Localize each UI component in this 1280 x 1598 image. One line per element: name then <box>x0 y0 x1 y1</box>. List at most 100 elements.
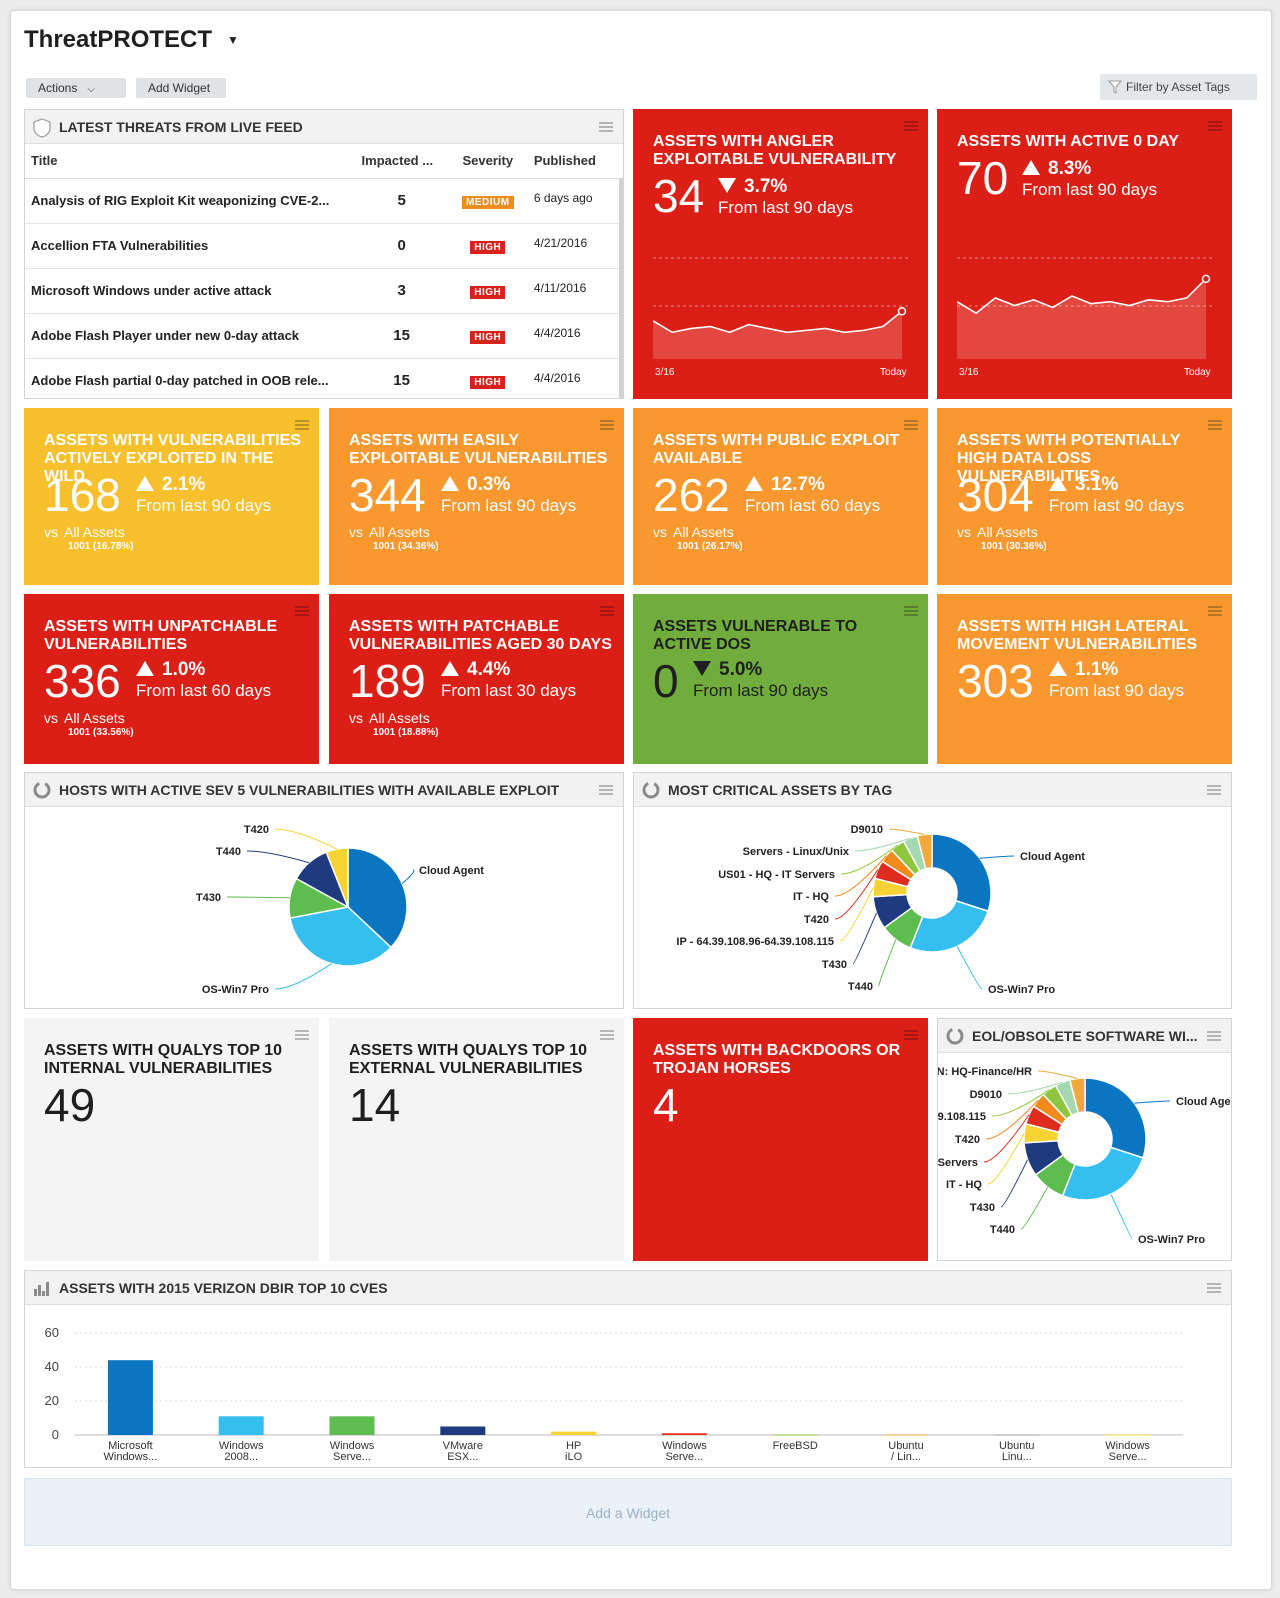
threat-title[interactable]: Analysis of RIG Exploit Kit weaponizing … <box>25 178 356 224</box>
metric-tile[interactable]: ASSETS VULNERABLE TO ACTIVE DOS 0 5.0% From… <box>633 594 928 764</box>
pie-label: 9.108.115 <box>938 1111 986 1123</box>
vs-label[interactable]: All Assets <box>64 524 125 540</box>
bar-chart-icon <box>34 1282 49 1296</box>
pie-leader-line <box>274 828 338 850</box>
metric-tile[interactable]: ASSETS WITH POTENTIALLY HIGH DATA LOSS V… <box>937 408 1232 585</box>
widget-menu-icon[interactable] <box>600 420 614 430</box>
tile-comparison: vs All Assets <box>44 710 125 726</box>
pie-label: N: HQ-Finance/HR <box>938 1066 1032 1078</box>
tile-comparison: vs All Assets <box>653 524 734 540</box>
threat-title[interactable]: Adobe Flash Player under new 0-day attac… <box>25 313 356 359</box>
widget-menu-icon[interactable] <box>295 606 309 616</box>
scrollbar[interactable] <box>619 178 623 398</box>
threat-title[interactable]: Adobe Flash partial 0-day patched in OOB… <box>25 358 356 398</box>
arrow-up-icon <box>1022 160 1040 175</box>
widget-menu-icon[interactable] <box>904 606 918 616</box>
vs-total-count: 1001 <box>373 541 396 552</box>
col-title[interactable]: Title <box>25 144 356 179</box>
filter-asset-tags-button[interactable]: Filter by Asset Tags <box>1100 74 1257 100</box>
widget-menu-icon[interactable] <box>1208 420 1222 430</box>
widget-menu-icon[interactable] <box>1207 785 1221 795</box>
threat-row[interactable]: Analysis of RIG Exploit Kit weaponizing … <box>25 178 620 224</box>
metric-tile[interactable]: ASSETS WITH EASILY EXPLOITABLE VULNERABI… <box>329 408 624 585</box>
widget-menu-icon[interactable] <box>904 121 918 131</box>
bar[interactable] <box>440 1426 486 1436</box>
widget-menu-icon[interactable] <box>599 785 613 795</box>
metric-tile[interactable]: ASSETS WITH PUBLIC EXPLOIT AVAILABLE 262 1… <box>633 408 928 585</box>
published-date: 4/11/2016 <box>527 268 620 314</box>
count-tile[interactable]: ASSETS WITH QUALYS TOP 10 INTERNAL VULNE… <box>24 1018 319 1261</box>
add-a-widget-button[interactable]: Add a Widget <box>24 1478 1232 1546</box>
impacted-count[interactable]: 15 <box>355 313 448 359</box>
x-tick-label: iLO <box>565 1451 583 1463</box>
metric-tile[interactable]: ASSETS WITH VULNERABILITIES ACTIVELY EXP… <box>24 408 319 585</box>
pie-label: OS-Win7 Pro <box>988 984 1055 996</box>
vs-label[interactable]: All Assets <box>977 524 1038 540</box>
tile-change-pct: 2.1% <box>162 474 206 495</box>
vs-total-count: 1001 <box>373 727 396 738</box>
widget-menu-icon[interactable] <box>295 1030 309 1040</box>
threat-row[interactable]: Adobe Flash partial 0-day patched in OOB… <box>25 358 620 398</box>
widget-menu-icon[interactable] <box>1207 1283 1221 1293</box>
bar[interactable] <box>661 1433 707 1435</box>
count-tile[interactable]: ASSETS WITH QUALYS TOP 10 EXTERNAL VULNE… <box>329 1018 624 1261</box>
col-published[interactable]: Published <box>527 144 620 179</box>
vs-label[interactable]: All Assets <box>369 524 430 540</box>
widget-menu-icon[interactable] <box>1208 121 1222 131</box>
vs-label[interactable]: All Assets <box>673 524 734 540</box>
tile-change: 0.3% <box>441 475 510 495</box>
bar[interactable] <box>994 1434 1040 1436</box>
app-switcher-caret-icon[interactable]: ▼ <box>227 33 239 47</box>
bar[interactable] <box>1105 1434 1151 1436</box>
vs-label[interactable]: All Assets <box>369 710 430 726</box>
severity-badge: HIGH <box>470 375 506 389</box>
tile-period: From last 90 days <box>718 198 854 217</box>
tile-change-pct: 3.1% <box>1075 474 1119 495</box>
threat-row[interactable]: Adobe Flash Player under new 0-day attac… <box>25 313 620 359</box>
threat-title[interactable]: Microsoft Windows under active attack <box>25 268 356 314</box>
sparkline-end-label: Today <box>880 367 907 378</box>
widget-menu-icon[interactable] <box>600 1030 614 1040</box>
verizon-dbir-header: ASSETS WITH 2015 VERIZON DBIR TOP 10 CVE… <box>25 1271 1231 1305</box>
threat-row[interactable]: Accellion FTA Vulnerabilities 0 HIGH 4/21/2… <box>25 223 620 269</box>
widget-menu-icon[interactable] <box>1208 606 1222 616</box>
impacted-count[interactable]: 3 <box>355 268 448 314</box>
impacted-count[interactable]: 15 <box>355 358 448 398</box>
count-tile[interactable]: ASSETS WITH BACKDOORS OR TROJAN HORSES 4 <box>633 1018 928 1261</box>
threat-row[interactable]: Microsoft Windows under active attack 3 HI… <box>25 268 620 314</box>
pie-label: Servers - Linux/Unix <box>743 846 850 858</box>
threat-title[interactable]: Accellion FTA Vulnerabilities <box>25 223 356 269</box>
bar[interactable] <box>551 1431 597 1435</box>
widget-menu-icon[interactable] <box>600 606 614 616</box>
impacted-count[interactable]: 5 <box>355 178 448 224</box>
app-title: ThreatPROTECT <box>24 26 213 53</box>
actions-button[interactable]: Actions ⌵ <box>26 78 126 98</box>
widget-menu-icon[interactable] <box>904 1030 918 1040</box>
widget-menu-icon[interactable] <box>1207 1031 1221 1041</box>
bar[interactable] <box>107 1360 153 1435</box>
widget-menu-icon[interactable] <box>295 420 309 430</box>
impacted-count[interactable]: 0 <box>355 223 448 269</box>
widget-menu-icon[interactable] <box>904 420 918 430</box>
add-widget-button[interactable]: Add Widget <box>136 78 226 98</box>
eol-software-header: EOL/OBSOLETE SOFTWARE WI... <box>938 1019 1231 1053</box>
sparkline-tile[interactable]: ASSETS WITH ACTIVE 0 DAY 70 8.3% From last … <box>937 109 1232 399</box>
col-impacted[interactable]: Impacted ... <box>355 144 448 179</box>
pie-leader-line <box>1037 1070 1078 1079</box>
vs-label[interactable]: All Assets <box>64 710 125 726</box>
sparkline-tile[interactable]: ASSETS WITH ANGLER EXPLOITABLE VULNERABI… <box>633 109 928 399</box>
bar[interactable] <box>883 1434 929 1436</box>
severity-badge: MEDIUM <box>461 195 514 209</box>
pie-label: OS-Win7 Pro <box>202 984 269 996</box>
bar[interactable] <box>772 1434 818 1436</box>
filter-label: Filter by Asset Tags <box>1126 80 1230 94</box>
col-severity[interactable]: Severity <box>447 144 528 179</box>
bar[interactable] <box>218 1416 264 1435</box>
metric-tile[interactable]: ASSETS WITH HIGH LATERAL MOVEMENT VULNER… <box>937 594 1232 764</box>
vs-total-pct: (18.88%) <box>398 727 439 738</box>
metric-tile[interactable]: ASSETS WITH PATCHABLE VULNERABILITIES AG… <box>329 594 624 764</box>
bar[interactable] <box>329 1416 375 1435</box>
tile-title: ASSETS WITH UNPATCHABLE VULNERABILITIES <box>44 618 278 653</box>
widget-menu-icon[interactable] <box>599 122 613 132</box>
metric-tile[interactable]: ASSETS WITH UNPATCHABLE VULNERABILITIES 3… <box>24 594 319 764</box>
